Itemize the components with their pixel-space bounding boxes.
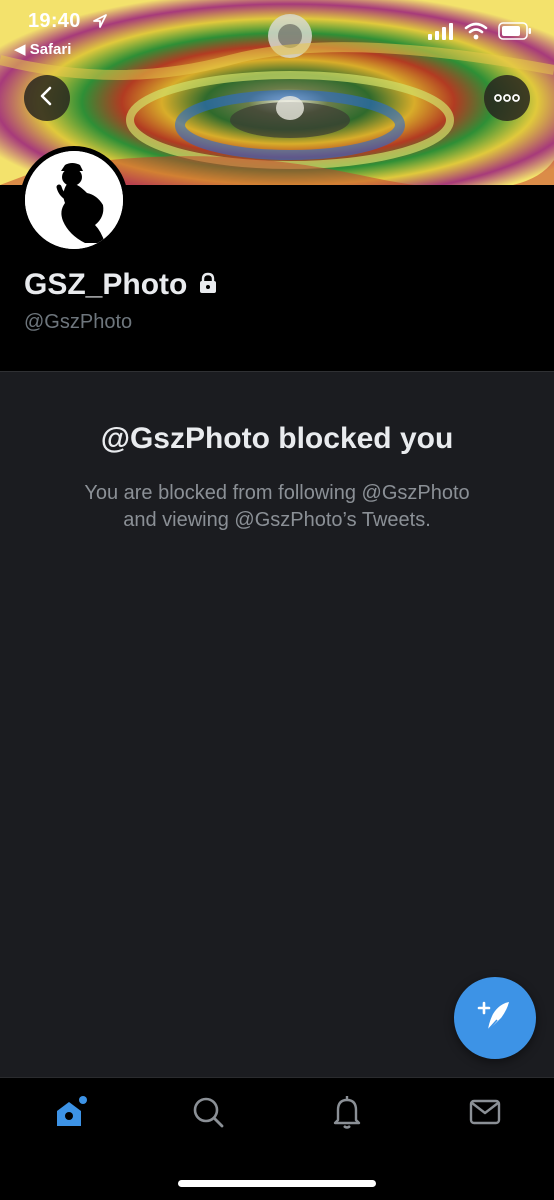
- display-name-row: GSZ_Photo: [24, 268, 219, 302]
- tab-notifications[interactable]: [327, 1094, 367, 1134]
- home-indicator: [178, 1180, 376, 1187]
- more-dots-icon: [494, 89, 520, 107]
- bell-icon: [330, 1094, 364, 1135]
- tab-home[interactable]: [50, 1094, 90, 1134]
- status-indicators: [428, 22, 532, 45]
- back-to-safari-link[interactable]: ◀ Safari: [14, 40, 71, 58]
- profile-handle: @GszPhoto: [24, 311, 133, 333]
- cellular-signal-icon: [428, 22, 454, 45]
- blocked-description: You are blocked from following @GszPhoto…: [40, 480, 514, 534]
- display-name: GSZ_Photo: [24, 268, 188, 301]
- compose-tweet-button[interactable]: [454, 977, 536, 1059]
- blocked-title: @GszPhoto blocked you: [100, 422, 454, 455]
- search-icon: [191, 1095, 225, 1134]
- location-arrow-icon: [92, 13, 108, 34]
- avatar-image: [25, 151, 123, 249]
- chevron-left-icon: [37, 85, 57, 112]
- blocked-description-line1: You are blocked from following @GszPhoto: [84, 482, 470, 504]
- compose-feather-icon: [475, 996, 515, 1041]
- wifi-icon: [464, 22, 488, 45]
- more-options-button[interactable]: [484, 75, 530, 121]
- lock-icon: [197, 268, 219, 302]
- blocked-description-line2: and viewing @GszPhoto’s Tweets.: [123, 509, 431, 531]
- status-time: 19:40: [28, 10, 81, 32]
- battery-icon: [498, 22, 532, 45]
- tab-messages[interactable]: [465, 1094, 505, 1134]
- avatar[interactable]: [20, 146, 128, 254]
- divider: [0, 371, 554, 372]
- tab-search[interactable]: [188, 1094, 228, 1134]
- mail-icon: [468, 1097, 502, 1132]
- back-button[interactable]: [24, 75, 70, 121]
- profile-screen: 19:40 ◀ Safari GSZ_Photo @GszPhoto @GszP…: [0, 0, 554, 1200]
- home-icon: [52, 1094, 88, 1135]
